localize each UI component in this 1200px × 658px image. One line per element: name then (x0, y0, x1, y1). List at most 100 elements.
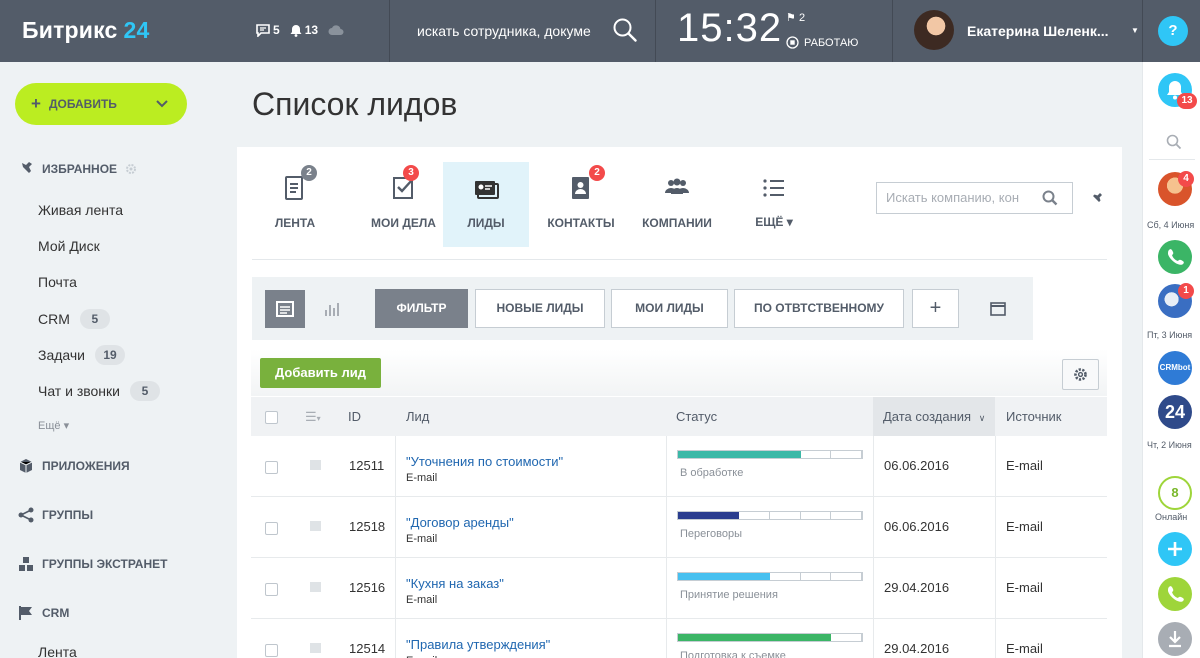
work-status[interactable]: РАБОТАЮ (786, 36, 858, 49)
logo[interactable]: Битрикс 24 (22, 17, 150, 44)
created-date: 29.04.2016 (884, 641, 950, 656)
add-filter-button[interactable]: + (912, 289, 959, 328)
list-view-button[interactable] (265, 290, 305, 328)
clock[interactable]: 15:32 (677, 6, 782, 51)
chat-avatar[interactable]: 1 (1158, 283, 1194, 318)
page-title: Список лидов (252, 86, 458, 122)
table-row[interactable]: 12511 "Уточнения по стоимости" E-mail В обр… (251, 436, 1107, 497)
tab-companies[interactable]: КОМПАНИИ (634, 162, 720, 247)
lead-title-link[interactable]: "Уточнения по стоимости" (406, 454, 563, 469)
row-checkbox[interactable] (265, 583, 278, 597)
sidebar-item-disk[interactable]: Мой Диск (38, 238, 100, 254)
call-avatar[interactable] (1158, 240, 1192, 274)
cloud-status[interactable] (328, 24, 344, 36)
row-menu-icon[interactable] (310, 582, 321, 592)
status-progress-bar[interactable] (677, 633, 863, 642)
bitrix24-avatar[interactable]: 24 (1158, 395, 1192, 429)
cloud-icon (328, 24, 344, 35)
row-menu-icon[interactable] (310, 643, 321, 653)
pin-icon[interactable] (1089, 192, 1103, 206)
filter-preset-new-leads[interactable]: НОВЫЕ ЛИДЫ (475, 289, 605, 328)
chat-icon (256, 23, 270, 37)
sidebar-section-extranet[interactable]: ГРУППЫ ЭКСТРАНЕТ (18, 556, 167, 572)
chat-avatar[interactable]: 4 (1158, 171, 1194, 206)
row-checkbox[interactable] (265, 644, 278, 658)
lead-title-link[interactable]: "Кухня на заказ" (406, 576, 504, 591)
table-row[interactable]: 12514 "Правила утверждения" E-mail Подготов… (251, 619, 1107, 658)
crmbot-avatar[interactable]: CRMbot (1158, 351, 1192, 385)
lead-source-sub: E-mail (406, 594, 438, 606)
user-name[interactable]: Екатерина Шеленк... (967, 23, 1117, 39)
status-progress-bar[interactable] (677, 450, 863, 459)
notifications-counter[interactable]: 13 (290, 23, 318, 37)
lead-source: E-mail (1006, 641, 1043, 656)
lead-title-link[interactable]: "Правила утверждения" (406, 637, 550, 652)
search-icon[interactable] (1042, 190, 1058, 206)
row-menu-icon[interactable] (310, 460, 321, 470)
user-avatar[interactable] (914, 10, 954, 50)
online-counter[interactable]: 8 (1158, 476, 1192, 510)
search-icon[interactable] (612, 17, 638, 43)
right-bar: 13 4 Сб, 4 Июня 1 Пт, 3 Июня CRMbot 24 Ч… (1142, 62, 1200, 658)
lead-id: 12516 (349, 580, 386, 595)
sidebar-item-chats[interactable]: Чат и звонки 5 (38, 381, 160, 401)
help-button[interactable]: ? (1158, 16, 1188, 46)
search-icon[interactable] (1166, 134, 1182, 150)
status-progress-bar[interactable] (677, 572, 863, 581)
add-button[interactable]: + ДОБАВИТЬ (15, 83, 187, 125)
status-label: Подготовка к съемке (680, 650, 786, 658)
download-button[interactable] (1158, 622, 1192, 656)
column-created[interactable]: Дата создания ∨ (873, 397, 995, 436)
tab-more[interactable]: ЕЩЁ ▾ (731, 162, 817, 247)
window-icon[interactable] (990, 302, 1006, 316)
download-icon (1169, 631, 1181, 648)
grid-settings-button[interactable] (1062, 359, 1099, 390)
status-label: Принятие решения (680, 589, 778, 601)
status-progress-fill (678, 451, 802, 458)
tab-feed[interactable]: 2 ЛЕНТА (252, 162, 338, 247)
list-view-icon (276, 301, 294, 317)
chat-badge: 1 (1178, 283, 1194, 299)
sidebar-section-crm[interactable]: CRM (18, 605, 69, 621)
row-checkbox[interactable] (265, 522, 278, 536)
sidebar-item-mail[interactable]: Почта (38, 274, 77, 290)
chevron-down-icon[interactable]: ▼ (1131, 26, 1139, 35)
call-button[interactable] (1158, 577, 1192, 611)
filter-button[interactable]: ФИЛЬТР (375, 289, 468, 328)
sidebar-section-groups[interactable]: ГРУППЫ (18, 507, 93, 523)
chart-view-icon[interactable] (324, 302, 340, 316)
column-lead[interactable]: Лид (406, 397, 429, 436)
flags-counter[interactable]: ⚑ 2 (786, 11, 805, 24)
online-label: Онлайн (1155, 512, 1188, 522)
new-chat-button[interactable] (1158, 532, 1192, 566)
status-progress-bar[interactable] (677, 511, 863, 520)
column-status[interactable]: Статус (676, 397, 717, 436)
tab-contacts[interactable]: 2 КОНТАКТЫ (538, 162, 624, 247)
column-menu-icon[interactable]: ☰▾ (305, 397, 321, 436)
sidebar-item-crm-feed[interactable]: Лента (38, 644, 77, 658)
employee-search-input[interactable]: искать сотрудника, докуме (417, 18, 603, 44)
counter-badge: 5 (79, 309, 110, 329)
sidebar-item-crm[interactable]: CRM 5 (38, 309, 110, 329)
sidebar-section-apps[interactable]: ПРИЛОЖЕНИЯ (18, 458, 130, 474)
lead-title-link[interactable]: "Договор аренды" (406, 515, 514, 530)
messages-counter[interactable]: 5 (256, 23, 280, 37)
notifications-button[interactable]: 13 (1158, 73, 1197, 109)
add-lead-button[interactable]: Добавить лид (260, 358, 381, 388)
row-menu-icon[interactable] (310, 521, 321, 531)
table-row[interactable]: 12518 "Договор аренды" E-mail Переговоры 06.… (251, 497, 1107, 558)
row-checkbox[interactable] (265, 461, 278, 475)
column-id[interactable]: ID (348, 397, 361, 436)
filter-preset-my-leads[interactable]: МОИ ЛИДЫ (611, 289, 728, 328)
sidebar-more-link[interactable]: Ещё ▾ (38, 419, 69, 432)
sidebar-item-tasks[interactable]: Задачи 19 (38, 345, 126, 365)
lead-source-sub: E-mail (406, 533, 438, 545)
filter-preset-by-responsible[interactable]: ПО ОТВТСТВЕННОМУ (734, 289, 904, 328)
tab-leads[interactable]: ЛИДЫ (443, 162, 529, 247)
table-row[interactable]: 12516 "Кухня на заказ" E-mail Принятие реше… (251, 558, 1107, 619)
favorites-section[interactable]: ИЗБРАННОЕ (18, 162, 137, 176)
sidebar-item-feed[interactable]: Живая лента (38, 202, 123, 218)
column-source[interactable]: Источник (1006, 397, 1062, 436)
select-all-checkbox[interactable] (265, 411, 278, 425)
gear-icon[interactable] (125, 163, 137, 175)
